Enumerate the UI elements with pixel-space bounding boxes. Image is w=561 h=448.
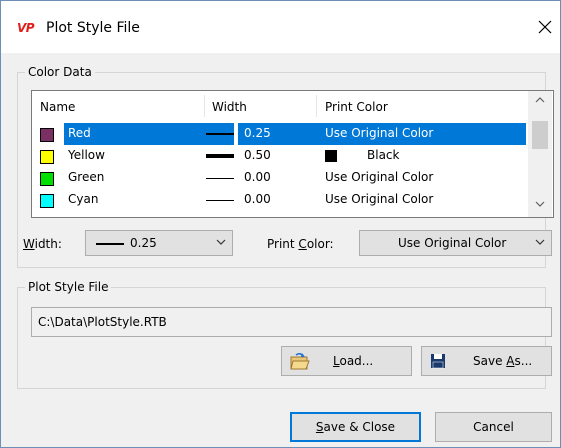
column-header-width[interactable]: Width (212, 100, 247, 114)
print-color-select[interactable]: Use Original Color (359, 230, 552, 256)
vp-app-icon: VP (17, 21, 39, 36)
cancel-button-label: Cancel (473, 420, 514, 434)
save-as-button-label: Save As... (473, 354, 533, 368)
color-swatch (40, 128, 54, 142)
chevron-down-icon (216, 239, 226, 245)
file-path-field: C:\Data\PlotStyle.RTB (31, 307, 552, 337)
row-width: 0.50 (244, 148, 271, 162)
list-item-cyan[interactable]: Cyan 0.00 Use Original Color (32, 189, 526, 211)
save-and-close-button[interactable]: Save & Close (290, 412, 421, 442)
vertical-scrollbar[interactable] (528, 91, 552, 217)
line-width-swatch (96, 243, 124, 245)
save-as-button[interactable]: Save As... (421, 346, 552, 376)
row-name: Cyan (68, 192, 99, 206)
row-print-color: Use Original Color (325, 170, 434, 184)
row-name: Green (68, 170, 105, 184)
line-width-swatch (206, 133, 234, 135)
color-swatch (40, 150, 54, 164)
print-color-swatch (325, 150, 337, 162)
row-width: 0.00 (244, 170, 271, 184)
scroll-down-button[interactable] (528, 195, 552, 215)
print-color-select-value: Use Original Color (398, 236, 507, 250)
plot-style-file-label: Plot Style File (25, 280, 112, 294)
list-item-yellow[interactable]: Yellow 0.50 Black (32, 145, 526, 167)
column-separator (316, 95, 317, 117)
save-and-close-label: Save & Close (315, 420, 396, 434)
color-data-label: Color Data (25, 65, 95, 79)
load-button[interactable]: Load... (281, 346, 412, 376)
width-select-value: 0.25 (130, 236, 157, 250)
color-data-list[interactable]: Name Width Print Color Red 0.25 Use Orig… (31, 90, 554, 218)
row-width: 0.25 (244, 126, 271, 140)
row-print-color: Use Original Color (325, 192, 434, 206)
close-button[interactable] (533, 15, 557, 39)
row-name: Red (68, 126, 91, 140)
chevron-up-icon (535, 97, 545, 103)
column-header-print-color[interactable]: Print Color (325, 100, 388, 114)
dialog-title: Plot Style File (46, 20, 140, 36)
row-width: 0.00 (244, 192, 271, 206)
width-label: Width: (23, 237, 62, 251)
row-name: Yellow (68, 148, 105, 162)
row-print-color: Use Original Color (325, 126, 434, 140)
scroll-up-button[interactable] (528, 91, 552, 111)
row-print-color: Black (367, 148, 400, 162)
line-width-swatch (206, 200, 234, 201)
width-select[interactable]: 0.25 (85, 230, 233, 256)
list-item-green[interactable]: Green 0.00 Use Original Color (32, 167, 526, 189)
chevron-down-icon (535, 201, 545, 207)
plot-style-dialog: VP Plot Style File Color Data Name Width… (0, 0, 561, 448)
load-button-label: Load... (333, 354, 374, 368)
print-color-label: Print Color: (267, 237, 334, 251)
color-swatch (40, 194, 54, 208)
cancel-button[interactable]: Cancel (435, 412, 552, 442)
file-path-value: C:\Data\PlotStyle.RTB (38, 315, 167, 329)
line-width-swatch (206, 178, 234, 179)
column-separator (204, 95, 205, 117)
column-header-name[interactable]: Name (40, 100, 75, 114)
line-width-swatch (206, 154, 234, 158)
close-icon (538, 20, 552, 34)
list-item-red[interactable]: Red 0.25 Use Original Color (32, 123, 526, 145)
title-bar: VP Plot Style File (1, 1, 560, 53)
scrollbar-thumb[interactable] (532, 121, 548, 149)
open-folder-icon (290, 353, 310, 370)
floppy-disk-icon (431, 354, 445, 369)
color-swatch (40, 172, 54, 186)
chevron-down-icon (535, 239, 545, 245)
